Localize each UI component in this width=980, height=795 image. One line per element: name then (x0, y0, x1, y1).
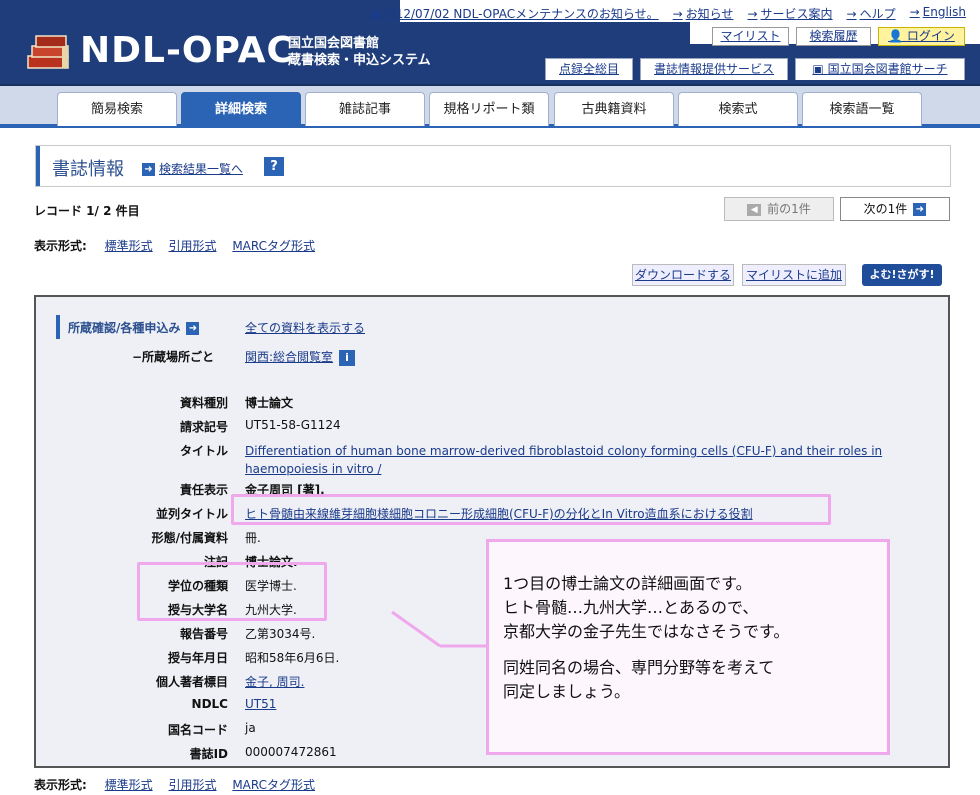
format-marc-link[interactable]: MARCタグ形式 (232, 239, 315, 253)
arrow-right-icon: ➜ (186, 322, 200, 335)
format-label: 表示形式: (34, 778, 87, 792)
add-to-mylist-button[interactable]: マイリストに追加 (742, 264, 846, 286)
main-nav: 簡易検索 詳細検索 雑誌記事 規格リポート類 古典籍資料 検索式 検索語一覧 (0, 86, 980, 128)
format-selector-top: 表示形式: 標準形式 引用形式 MARCタグ形式 (34, 237, 327, 254)
format-label: 表示形式: (34, 239, 87, 253)
field-call-number: 請求記号 UT51-58-G1124 (179, 418, 341, 434)
search-icon: ▣ (812, 62, 828, 76)
title-accent-bar (36, 146, 40, 186)
location-link[interactable]: 関西:総合閲覧室 i (245, 348, 356, 366)
ndlc-link[interactable]: UT51 (245, 697, 276, 711)
format-citation-link[interactable]: 引用形式 (168, 778, 216, 792)
format-marc-link[interactable]: MARCタグ形式 (232, 778, 315, 792)
format-standard-link[interactable]: 標準形式 (105, 239, 153, 253)
tab-advanced-search[interactable]: 詳細検索 (181, 92, 301, 126)
tab-rare-books[interactable]: 古典籍資料 (554, 92, 674, 126)
service-guide-link[interactable]: → サービス案内 (747, 5, 832, 21)
english-link[interactable]: → English (910, 5, 966, 21)
mylist-button[interactable]: マイリスト (712, 27, 789, 46)
highlight-parallel-title (231, 494, 831, 525)
next-record-button[interactable]: 次の1件 ➜ (840, 197, 950, 221)
prev-record-button: ◀ 前の1件 (724, 197, 834, 221)
subtab-ndl-search[interactable]: ▣ 国立国会図書館サーチ (795, 58, 965, 80)
tab-standards-reports[interactable]: 規格リポート類 (429, 92, 549, 126)
logo-subtitle: 国立国会図書館 蔵書検索・申込システム (288, 36, 431, 68)
maintenance-notice-link[interactable]: ●2012/07/02 NDL-OPACメンテナンスのお知らせ。 (367, 5, 659, 21)
back-to-results-link[interactable]: ➜ 検索結果一覧へ (142, 160, 243, 177)
show-all-items-link[interactable]: 全ての資料を表示する (245, 319, 365, 336)
tab-simple-search[interactable]: 簡易検索 (57, 92, 177, 126)
help-link[interactable]: → ヘルプ (847, 5, 896, 21)
format-selector-bottom: 表示形式: 標準形式 引用形式 MARCタグ形式 (34, 776, 327, 793)
tab-search-expression[interactable]: 検索式 (678, 92, 798, 126)
site-header: ●2012/07/02 NDL-OPACメンテナンスのお知らせ。 → お知らせ →… (0, 0, 980, 86)
info-icon[interactable]: i (339, 349, 356, 366)
page-title-box: 書誌情報 ➜ 検索結果一覧へ ? (35, 145, 951, 187)
author-heading-link[interactable]: 金子, 周司. (245, 673, 304, 690)
arrow-right-icon: ➜ (913, 203, 927, 216)
top-links: ●2012/07/02 NDL-OPACメンテナンスのお知らせ。 → お知らせ →… (367, 5, 966, 21)
tab-term-list[interactable]: 検索語一覧 (802, 92, 922, 126)
format-citation-link[interactable]: 引用形式 (168, 239, 216, 253)
subtab-bib-service[interactable]: 書誌情報提供サービス (640, 58, 788, 80)
download-button[interactable]: ダウンロードする (632, 264, 734, 286)
help-button[interactable]: ? (264, 157, 284, 176)
holdings-accent-bar (56, 315, 60, 339)
annotation-callout: 1つ目の博士論文の詳細画面です。 ヒト骨髄…九州大学…とあるので、 京都大学の金… (486, 539, 890, 755)
arrow-left-icon: ◀ (747, 203, 762, 216)
title-link[interactable]: Differentiation of human bone marrow-der… (245, 442, 925, 478)
location-label: −所蔵場所ごと (132, 350, 215, 364)
arrow-right-icon: ➜ (142, 163, 155, 176)
tab-journal-articles[interactable]: 雑誌記事 (305, 92, 425, 126)
record-counter: レコード 1/ 2 件目 (34, 204, 140, 218)
news-link[interactable]: → お知らせ (673, 5, 734, 21)
yomu-sagasu-button[interactable]: よむ!さがす! (862, 264, 942, 286)
books-logo-icon (27, 35, 69, 69)
subtab-all-catalog[interactable]: 点録全総目 (545, 58, 633, 80)
login-button[interactable]: 👤 ログイン (878, 27, 965, 46)
user-icon: 👤 (888, 29, 907, 43)
page-title: 書誌情報 (52, 159, 124, 180)
logo-text: NDL-OPAC (80, 30, 294, 71)
search-history-button[interactable]: 検索履歴 (796, 27, 871, 46)
field-material-type: 資料種別 博士論文 (179, 396, 294, 410)
holdings-apply-link[interactable]: 所蔵確認/各種申込み ➜ (68, 319, 200, 336)
format-standard-link[interactable]: 標準形式 (105, 778, 153, 792)
highlight-degree-fields (137, 562, 327, 621)
